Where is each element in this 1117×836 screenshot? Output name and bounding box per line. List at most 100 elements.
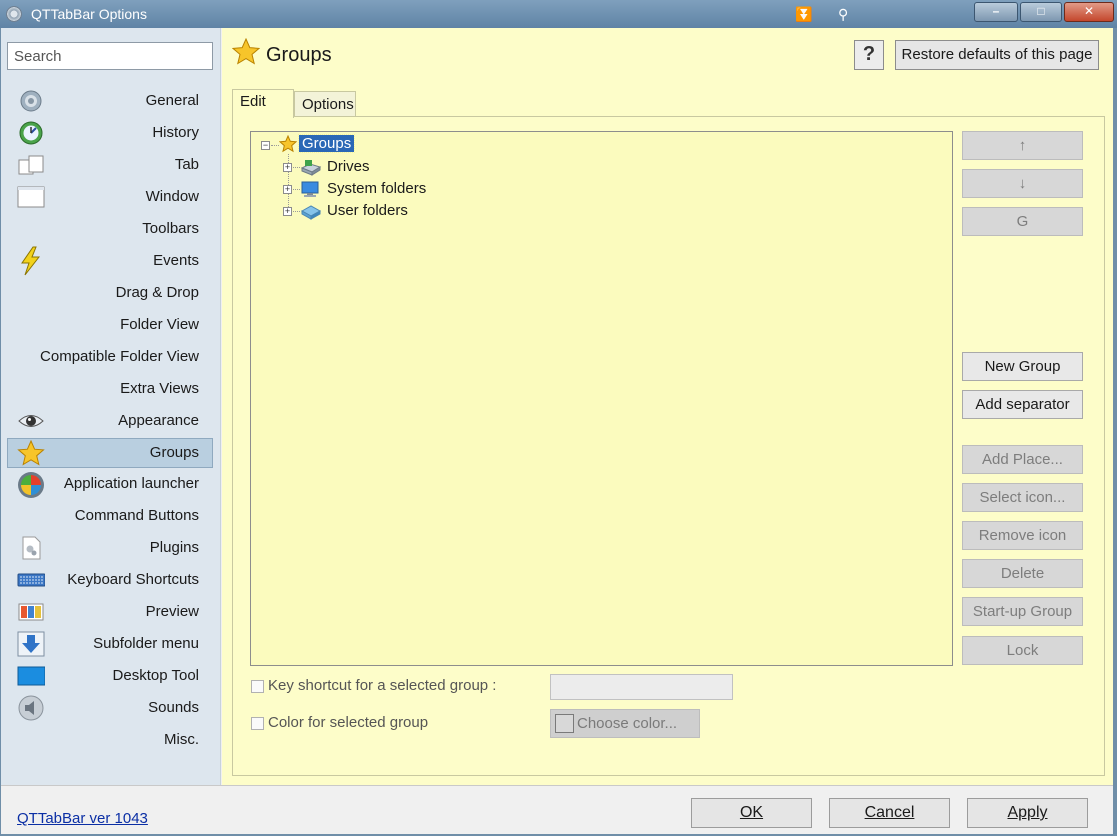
sidebar-item-label: Preview [145, 603, 199, 620]
collapse-icon[interactable]: − [261, 141, 270, 150]
tree-node-label: User folders [327, 202, 408, 219]
apply-label: Apply [1007, 804, 1048, 821]
expand-icon[interactable]: + [283, 207, 292, 216]
sidebar-item-label: Events [153, 252, 199, 269]
tab-edit[interactable]: Edit [232, 89, 294, 118]
move-down-button[interactable]: ↓ [962, 169, 1083, 198]
move-up-button[interactable]: ↑ [962, 131, 1083, 160]
sidebar-item-keyboard-shortcuts[interactable]: Keyboard Shortcuts [7, 565, 213, 595]
sidebar-item-events[interactable]: Events [7, 246, 213, 276]
sidebar-item-label: Tab [174, 156, 199, 173]
sidebar-item-groups[interactable]: Groups [7, 438, 213, 468]
content-panel: Groups ? Restore defaults of this page E… [222, 28, 1113, 785]
help-button[interactable]: ? [854, 40, 884, 70]
double-chevron-down-icon[interactable]: ⏬ [795, 6, 812, 22]
sidebar-item-label: Toolbars [142, 220, 199, 237]
sidebar-item-toolbars[interactable]: Toolbars [7, 214, 213, 244]
group-color-label: Color for selected group [268, 714, 429, 731]
sidebar-item-drag-drop[interactable]: Drag & Drop [7, 278, 213, 308]
sidebar-item-label: Application launcher [63, 475, 199, 492]
search-input[interactable] [7, 42, 213, 70]
tree-node-label: System folders [327, 180, 427, 197]
add-place-button[interactable]: Add Place... [962, 445, 1083, 474]
clock-icon [19, 121, 43, 145]
preview-icon [18, 603, 44, 621]
select-icon-button[interactable]: Select icon... [962, 483, 1083, 512]
sidebar: General History Tab Window Toolbars [1, 28, 221, 785]
tree-node-label: Groups [297, 134, 356, 153]
gear-icon [20, 90, 42, 112]
group-color-checkbox[interactable] [251, 717, 264, 730]
ok-label: OK [739, 804, 764, 821]
star-icon [279, 135, 297, 153]
sidebar-item-label: Subfolder menu [93, 635, 199, 652]
expand-icon[interactable]: + [283, 163, 292, 172]
new-group-button[interactable]: New Group [962, 352, 1083, 381]
down-arrow-icon [17, 631, 45, 657]
restore-defaults-button[interactable]: Restore defaults of this page [895, 40, 1099, 70]
computer-icon [301, 181, 319, 197]
choose-color-label: Choose color... [577, 715, 678, 732]
apply-button[interactable]: Apply [967, 798, 1088, 828]
sidebar-item-extra-views[interactable]: Extra Views [7, 374, 213, 404]
app-icon [6, 6, 22, 22]
sidebar-item-subfolder-menu[interactable]: Subfolder menu [7, 629, 213, 659]
lightning-icon [21, 246, 41, 276]
reload-button[interactable]: G [962, 207, 1083, 236]
version-link[interactable]: QTTabBar ver 1043 [17, 810, 148, 827]
delete-button[interactable]: Delete [962, 559, 1083, 588]
remove-icon-button[interactable]: Remove icon [962, 521, 1083, 550]
sidebar-item-general[interactable]: General [7, 86, 213, 116]
sidebar-item-label: Appearance [118, 412, 199, 429]
sidebar-item-label: Keyboard Shortcuts [67, 571, 199, 588]
edit-tab-panel: − Groups + Drives + System folders + Use… [232, 116, 1105, 776]
window-title: QTTabBar Options [31, 6, 147, 22]
sidebar-item-label: Compatible Folder View [40, 348, 199, 365]
expand-icon[interactable]: + [283, 185, 292, 194]
speaker-icon [18, 695, 44, 721]
sidebar-item-label: History [152, 124, 199, 141]
lock-button[interactable]: Lock [962, 636, 1083, 665]
pin-icon[interactable]: ⚲ [838, 6, 848, 22]
sidebar-item-plugins[interactable]: Plugins [7, 533, 213, 563]
title-bar: QTTabBar Options ⏬ ⚲ – □ ✕ [0, 0, 1117, 28]
sidebar-item-label: Desktop Tool [112, 667, 199, 684]
choose-color-button[interactable]: Choose color... [550, 709, 700, 738]
groups-tree[interactable]: − Groups + Drives + System folders + Use… [250, 131, 953, 666]
key-shortcut-checkbox[interactable] [251, 680, 264, 693]
minimize-button[interactable]: – [974, 2, 1018, 22]
add-separator-button[interactable]: Add separator [962, 390, 1083, 419]
sidebar-item-command-buttons[interactable]: Command Buttons [7, 501, 213, 531]
tab-options[interactable]: Options [294, 91, 356, 118]
ok-button[interactable]: OK [691, 798, 812, 828]
color-swatch [555, 714, 574, 733]
page-title: Groups [266, 44, 332, 66]
sidebar-item-label: Extra Views [120, 380, 199, 397]
sidebar-item-label: Folder View [120, 316, 199, 333]
sidebar-item-label: Drag & Drop [115, 284, 199, 301]
sidebar-item-sounds[interactable]: Sounds [7, 693, 213, 723]
startup-group-button[interactable]: Start-up Group [962, 597, 1083, 626]
key-shortcut-field[interactable] [550, 674, 733, 700]
keyboard-icon [17, 573, 45, 587]
sidebar-item-window[interactable]: Window [7, 182, 213, 212]
sidebar-item-misc[interactable]: Misc. [7, 725, 213, 755]
close-button[interactable]: ✕ [1064, 2, 1114, 22]
star-icon [17, 440, 45, 466]
sidebar-item-compatible-folder-view[interactable]: Compatible Folder View [7, 342, 213, 372]
sidebar-item-label: Plugins [149, 539, 199, 556]
sidebar-item-tab[interactable]: Tab [7, 150, 213, 180]
sidebar-item-label: Window [145, 188, 199, 205]
plugins-icon [22, 536, 41, 560]
window-icon [17, 186, 45, 208]
sidebar-item-folder-view[interactable]: Folder View [7, 310, 213, 340]
sidebar-item-preview[interactable]: Preview [7, 597, 213, 627]
sidebar-item-history[interactable]: History [7, 118, 213, 148]
sidebar-item-desktop-tool[interactable]: Desktop Tool [7, 661, 213, 691]
sidebar-item-appearance[interactable]: Appearance [7, 406, 213, 436]
eye-icon [18, 415, 44, 427]
sidebar-item-application-launcher[interactable]: Application launcher [7, 469, 213, 499]
maximize-button[interactable]: □ [1020, 2, 1062, 22]
star-icon [232, 38, 260, 65]
cancel-button[interactable]: Cancel [829, 798, 950, 828]
